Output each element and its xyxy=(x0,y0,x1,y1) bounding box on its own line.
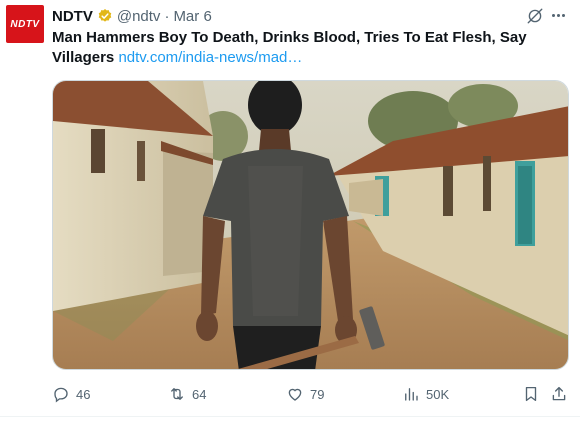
share-icon xyxy=(552,386,566,401)
avatar[interactable]: NDTV xyxy=(6,5,44,43)
view-count: 50K xyxy=(426,386,450,402)
heart-icon xyxy=(288,388,302,401)
views-button[interactable]: 50K xyxy=(402,384,449,404)
avatar-logo-text: NDTV xyxy=(10,18,40,30)
tweet-header: NDTV @ndtv · Mar 6 xyxy=(52,6,212,26)
tweet-link[interactable]: ndtv.com/india-news/mad… xyxy=(118,49,302,66)
reply-count: 46 xyxy=(76,386,91,402)
divider xyxy=(0,416,580,417)
verified-badge-icon[interactable] xyxy=(97,8,113,24)
bookmark-icon xyxy=(525,386,537,402)
reply-button[interactable]: 46 xyxy=(52,384,90,404)
author-handle[interactable]: @ndtv xyxy=(117,8,161,25)
views-chart-icon xyxy=(405,388,418,401)
tweet-date[interactable]: Mar 6 xyxy=(173,8,211,25)
tweet-actions: 46 64 79 50K xyxy=(52,384,572,404)
repost-count: 64 xyxy=(192,386,207,402)
like-count: 79 xyxy=(310,386,325,402)
separator-dot: · xyxy=(164,7,170,25)
repost-icon xyxy=(171,388,183,400)
reply-icon xyxy=(54,387,68,403)
bookmark-button[interactable] xyxy=(522,384,540,404)
author-name[interactable]: NDTV xyxy=(52,8,93,25)
photo-man-with-hammer-icon xyxy=(53,81,568,369)
share-button[interactable] xyxy=(550,384,568,404)
tweet-text: Man Hammers Boy To Death, Drinks Blood, … xyxy=(52,28,552,68)
repost-button[interactable]: 64 xyxy=(168,384,206,404)
tweet-media-image[interactable] xyxy=(52,80,569,370)
tweet[interactable]: NDTV NDTV @ndtv · Mar 6 Man Hammers Boy … xyxy=(0,0,580,443)
grok-icon[interactable] xyxy=(526,7,544,25)
more-options-icon[interactable] xyxy=(552,14,565,17)
like-button[interactable]: 79 xyxy=(286,384,324,404)
